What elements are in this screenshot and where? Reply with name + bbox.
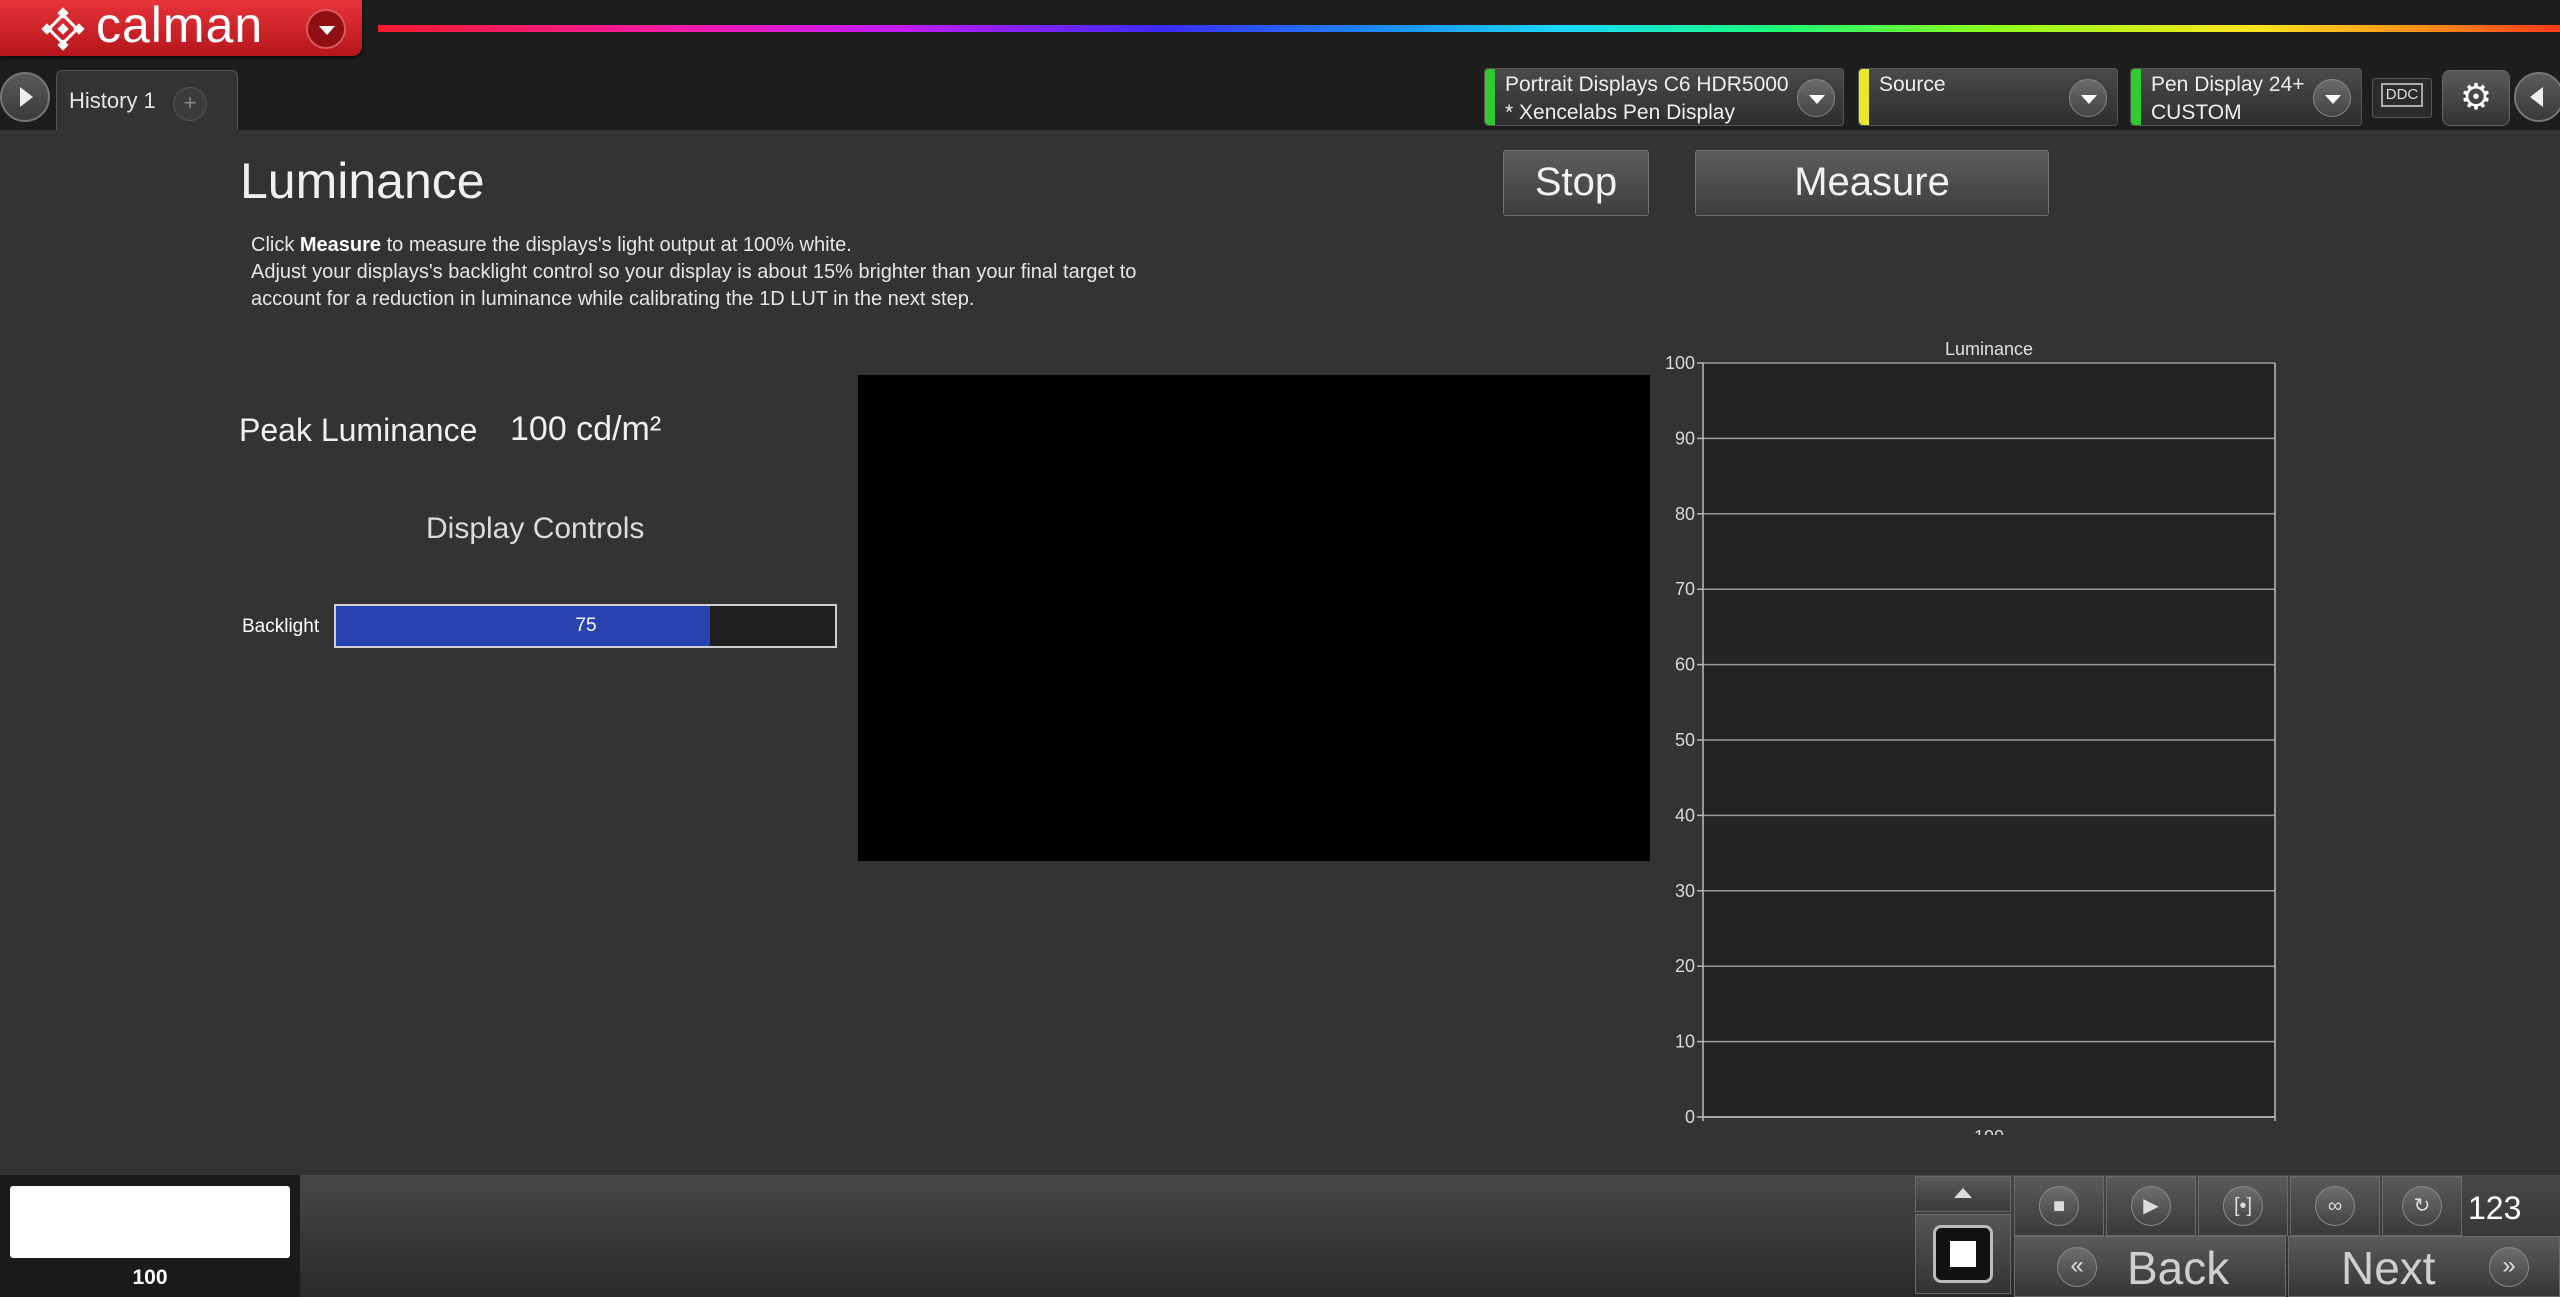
current-patch-label: 100 — [132, 1266, 168, 1289]
current-patch-swatch — [10, 1186, 290, 1258]
luminance-chart: Luminance 0 10 20 30 40 50 60 70 80 90 100 100 — [1665, 339, 2276, 1135]
backlight-slider[interactable]: 75 — [334, 604, 837, 648]
chart-y-tick-label: 60 — [1675, 655, 1695, 675]
source-selector[interactable]: Source — [1858, 68, 2118, 126]
rainbow-strip — [378, 25, 2560, 32]
meter-selector[interactable]: Portrait Displays C6 HDR5000 * Xencelabs… — [1484, 68, 1844, 126]
chevron-down-icon[interactable] — [2069, 79, 2107, 117]
instruction-rest: to measure the displays's light output a… — [381, 234, 852, 256]
calman-menu-button[interactable]: calman — [0, 0, 362, 56]
infinity-icon: ∞ — [2315, 1186, 2355, 1226]
next-button[interactable]: Next » — [2288, 1236, 2560, 1297]
monitor-icon: DDC — [2381, 83, 2423, 107]
chart-y-tick-label: 100 — [1665, 353, 1695, 373]
chevron-double-right-icon: » — [2489, 1247, 2529, 1287]
display-selector[interactable]: Pen Display 24+ CUSTOM — [2130, 68, 2362, 126]
chart-y-tick-label: 40 — [1675, 805, 1695, 825]
refresh-icon: ↻ — [2402, 1186, 2442, 1226]
chart-y-tick-label: 90 — [1675, 428, 1695, 448]
instruction-prefix: Click — [251, 234, 300, 256]
stop-icon — [1933, 1225, 1993, 1283]
stop-button[interactable]: Stop — [1503, 150, 1649, 216]
read-series-button[interactable]: [•] — [2198, 1176, 2288, 1236]
calman-logo-icon — [41, 7, 85, 51]
meter-name: Portrait Displays C6 HDR5000 — [1505, 73, 1789, 96]
chart-y-tick-label: 70 — [1675, 579, 1695, 599]
collapse-right-panel-button[interactable] — [2514, 72, 2560, 122]
tab-label: History 1 — [69, 88, 156, 113]
pattern-preview — [858, 375, 1650, 861]
instructions: Click Measure to measure the displays's … — [251, 232, 1251, 313]
backlight-value: 75 — [575, 615, 597, 636]
gear-icon: ⚙ — [2459, 76, 2493, 117]
measure-button[interactable]: Measure — [1695, 150, 2049, 216]
instruction-bold: Measure — [299, 234, 382, 256]
meter-target: * Xencelabs Pen Display — [1505, 101, 1735, 124]
bracket-icon: [•] — [2223, 1186, 2263, 1226]
meter-status-indicator — [1485, 69, 1495, 125]
instruction-line-3: account for a reduction in luminance whi… — [251, 288, 975, 310]
chart-x-tick-label: 100 — [1974, 1127, 2004, 1135]
ddc-button[interactable]: DDC — [2372, 78, 2432, 118]
chart-y-tick-label: 30 — [1675, 881, 1695, 901]
stop-measure-button[interactable]: ■ — [2014, 1176, 2104, 1236]
settings-button[interactable]: ⚙ — [2442, 70, 2510, 126]
counter-value: 123 — [2468, 1190, 2522, 1226]
refresh-button[interactable]: ↻ — [2382, 1176, 2462, 1236]
backlight-label: Backlight — [242, 616, 320, 637]
back-label: Back — [2127, 1242, 2230, 1294]
chart-y-tick-label: 80 — [1675, 504, 1695, 524]
display-mode: CUSTOM — [2151, 101, 2242, 124]
play-button[interactable]: ▶ — [2106, 1176, 2196, 1236]
chart-title: Luminance — [1945, 339, 2033, 359]
continuous-read-button[interactable]: ∞ — [2290, 1176, 2380, 1236]
chart-y-tick-label: 50 — [1675, 730, 1695, 750]
source-status-indicator — [1859, 69, 1869, 125]
next-label: Next — [2341, 1242, 2436, 1294]
play-icon: ▶ — [2131, 1186, 2171, 1226]
instruction-line-1: Click Measure to measure the displays's … — [251, 232, 1251, 259]
chevron-down-icon[interactable] — [2313, 79, 2351, 117]
source-name: Source — [1879, 73, 1946, 96]
display-name: Pen Display 24+ — [2151, 73, 2305, 96]
chart-y-tick-label: 10 — [1675, 1032, 1695, 1052]
expand-left-panel-button[interactable] — [0, 72, 50, 122]
back-button[interactable]: « Back — [2014, 1236, 2286, 1297]
chart-y-tick-label: 20 — [1675, 956, 1695, 976]
chart-y-axis: 0 10 20 30 40 50 60 70 80 90 100 — [1665, 353, 1703, 1127]
chevron-down-icon[interactable] — [1797, 79, 1835, 117]
chevron-down-icon[interactable] — [306, 9, 346, 49]
stop-generator-button[interactable] — [1915, 1214, 2011, 1294]
add-tab-button[interactable]: + — [173, 87, 207, 121]
chart-y-tick-label: 0 — [1685, 1107, 1695, 1127]
stop-icon: ■ — [2039, 1186, 2079, 1226]
expand-controls-button[interactable] — [1915, 1176, 2011, 1212]
display-controls-title: Display Controls — [426, 512, 645, 545]
peak-luminance-value: 100 cd/m² — [510, 410, 662, 448]
page-title: Luminance — [240, 153, 485, 209]
display-status-indicator — [2131, 69, 2141, 125]
instruction-line-2: Adjust your displays's backlight control… — [251, 261, 1137, 283]
peak-luminance-label: Peak Luminance — [239, 412, 478, 448]
brand-name: calman — [96, 0, 264, 53]
chevron-double-left-icon: « — [2057, 1247, 2097, 1287]
tab-history[interactable]: History 1 + — [56, 70, 238, 130]
